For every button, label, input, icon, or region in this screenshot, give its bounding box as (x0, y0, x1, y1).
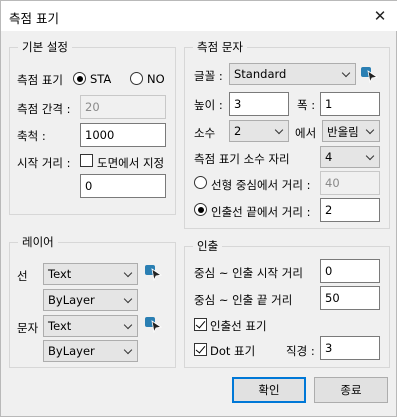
sta-label: STA (90, 72, 112, 86)
font-label: 글꼴 : (194, 69, 223, 83)
font-picker-icon[interactable] (360, 65, 378, 83)
line-layer-label: 선 (17, 269, 28, 283)
show-leader-label: 인출선 표기 (210, 319, 267, 333)
diameter-input[interactable]: 3 (320, 336, 380, 360)
station-mark-label: 측점 표기 (17, 73, 63, 87)
scale-input[interactable]: 1000 (80, 123, 166, 147)
leader-end-label: 인출선 끝에서 거리 : (211, 205, 311, 219)
layer-legend: 레이어 (18, 234, 58, 250)
ok-button[interactable]: 확인 (232, 377, 306, 403)
station-marking-dialog: 측점 표기 ✕ 기본 설정 측점 표기 STA NO 측점 간격 : 20 축척… (0, 0, 397, 417)
at-label: 에서 (295, 126, 317, 140)
height-label: 높이 : (194, 98, 223, 112)
from-drawing-label: 도면에서 지정 (97, 156, 165, 170)
no-radio[interactable] (130, 72, 143, 85)
text-layer-picker-icon[interactable] (144, 315, 162, 333)
text-layer-select[interactable]: Text (43, 315, 138, 337)
leader-start-label: 중심 ~ 인출 시작 거리 (194, 266, 303, 280)
leader-end-input[interactable]: 2 (320, 198, 380, 222)
line-layer-select[interactable]: Text (43, 263, 138, 285)
linear-center-label: 선형 중심에서 거리 : (211, 178, 311, 192)
leader-legend: 인출 (193, 238, 223, 254)
start-distance-label: 시작 거리 : (17, 156, 71, 170)
station-decimal-select[interactable]: 4 (320, 146, 380, 168)
height-input[interactable]: 3 (229, 92, 289, 116)
dot-label: Dot 표기 (210, 344, 256, 358)
no-label: NO (147, 72, 165, 86)
linear-center-radio[interactable] (194, 176, 207, 189)
rounding-select[interactable]: 반올림 (322, 120, 380, 142)
leader-end-radio[interactable] (194, 203, 207, 216)
sta-radio[interactable] (73, 72, 86, 85)
text-color-select[interactable]: ByLayer (43, 340, 138, 362)
basic-settings-legend: 기본 설정 (18, 39, 72, 55)
station-decimal-label: 측점 표기 소수 자리 (194, 152, 290, 166)
close-icon[interactable]: ✕ (362, 1, 397, 31)
linear-center-input[interactable]: 40 (320, 171, 380, 195)
leader-end-distance-label: 중심 ~ 인출 끝 거리 (194, 293, 293, 307)
leader-start-input[interactable]: 0 (320, 259, 380, 283)
station-text-legend: 측점 문자 (193, 39, 247, 55)
from-drawing-checkbox[interactable] (80, 154, 93, 167)
dialog-title: 측점 표기 (9, 11, 59, 26)
interval-input[interactable]: 20 (80, 95, 166, 119)
diameter-label: 직경 : (286, 344, 315, 358)
decimal-label: 소수 (194, 126, 216, 140)
interval-label: 측점 간격 : (17, 102, 71, 116)
leader-end-distance-input[interactable]: 50 (320, 286, 380, 310)
line-color-select[interactable]: ByLayer (43, 289, 138, 311)
font-select[interactable]: Standard (229, 63, 356, 85)
width-label: 폭 : (297, 98, 316, 112)
dot-checkbox[interactable] (194, 343, 207, 356)
scale-label: 축척 : (17, 129, 46, 143)
show-leader-checkbox[interactable] (194, 318, 207, 331)
text-layer-label: 문자 (17, 321, 39, 335)
start-distance-input[interactable]: 0 (80, 174, 166, 198)
line-layer-picker-icon[interactable] (144, 263, 162, 281)
width-input[interactable]: 1 (320, 92, 380, 116)
title-bar: 측점 표기 ✕ (1, 1, 397, 31)
close-button[interactable]: 종료 (314, 377, 388, 403)
decimal-select[interactable]: 2 (229, 120, 289, 142)
